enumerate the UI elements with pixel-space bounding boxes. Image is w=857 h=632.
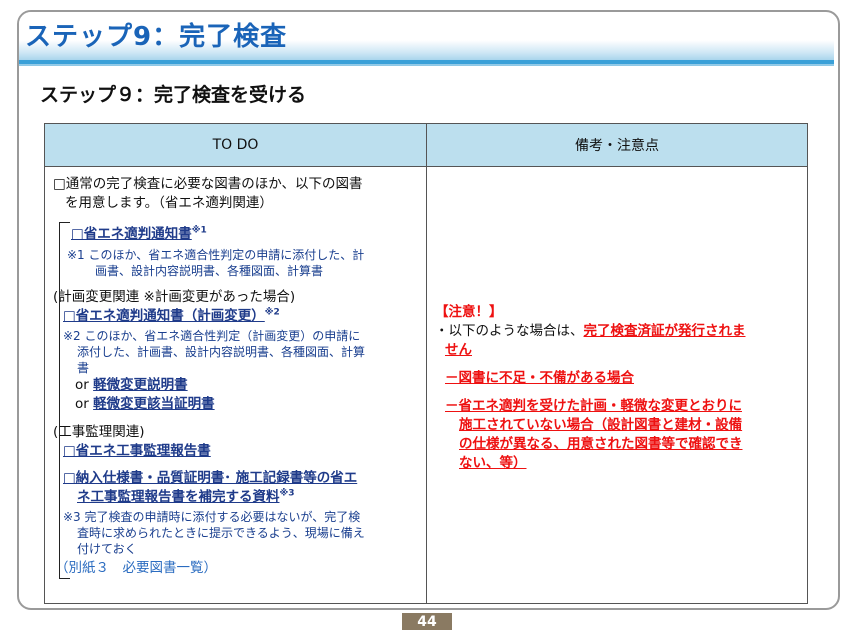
- caution-bullet: ・以下のような場合は、完了検査済証が発行されま: [435, 322, 797, 341]
- note-2-line-1: ※2 このほか、省エネ適合性判定（計画変更）の申請に: [63, 329, 361, 343]
- header-todo: TO DO: [44, 123, 427, 167]
- supplementary-sup: ※3: [279, 488, 295, 499]
- page-number: 44: [402, 613, 452, 630]
- note-1-line-2: 画書、設計内容説明書、各種図面、計算書: [95, 264, 324, 278]
- supervision-report-label: □省エネ工事監理報告書: [63, 443, 211, 459]
- intro-text: □通常の完了検査に必要な図書のほか、以下の図書 を用意します。（省エネ適判関連）: [53, 175, 418, 213]
- title-underline: [19, 60, 834, 64]
- note-3: ※3 完了検査の申請時に添付する必要はないが、完了検 査時に求められたときに提示…: [53, 509, 418, 557]
- header-notes: 備考・注意点: [426, 123, 808, 167]
- intro-line-1: □通常の完了検査に必要な図書のほか、以下の図書: [53, 176, 363, 192]
- todo-table: TO DO 備考・注意点 □通常の完了検査に必要な図書のほか、以下の図書 を用意…: [44, 123, 808, 604]
- supervision-heading: (工事監理関連): [53, 424, 145, 440]
- note-3-line-1: ※3 完了検査の申請時に添付する必要はないが、完了検: [63, 510, 361, 524]
- document-group-bracket: [59, 222, 70, 579]
- item-supplementary: □納入仕様書・品質証明書･ 施工記録書等の省エ ネ工事監理報告書を補完する資料※…: [53, 469, 418, 507]
- item-notice-label: □省エネ適判通知書: [71, 226, 192, 242]
- case-2-line-3: の仕様が異なる、用意された図書等で確認でき: [459, 436, 743, 452]
- case-1-text: －図書に不足・不備がある場合: [445, 370, 634, 386]
- plan-change-heading: (計画変更関連 ※計画変更があった場合): [53, 289, 296, 305]
- minor-change-certificate: 軽微変更該当証明書: [93, 396, 215, 412]
- item-notice-sup: ※1: [191, 225, 207, 236]
- or-prefix-1: or: [75, 377, 89, 393]
- note-1-line-1: ※1 このほか、省エネ適合性判定の申請に添付した、計: [67, 248, 365, 262]
- case-2-line-1: －省エネ適判を受けた計画・軽微な変更とおりに: [445, 398, 742, 414]
- page-title: ステップ9：完了検査: [25, 22, 288, 52]
- bullet-emph-2: せん: [445, 342, 472, 358]
- reference-appendix: （別紙３ 必要図書一覧）: [55, 560, 217, 576]
- case-2-line-2: 施工されていない場合（設計図書と建材・設備: [459, 417, 743, 433]
- note-2-line-2: 添付した、計画書、設計内容説明書、各種図面、計算: [77, 345, 366, 359]
- note-2-line-3: 書: [77, 361, 90, 375]
- table-header-row: TO DO 備考・注意点: [44, 123, 808, 167]
- todo-cell: □通常の完了検査に必要な図書のほか、以下の図書 を用意します。（省エネ適判関連）…: [44, 166, 427, 604]
- table-body-row: □通常の完了検査に必要な図書のほか、以下の図書 を用意します。（省エネ適判関連）…: [44, 166, 808, 604]
- item-supervision-report: □省エネ工事監理報告書: [53, 442, 418, 461]
- supplementary-line-2: ネ工事監理報告書を補完する資料: [77, 489, 280, 505]
- caution-label: 【注意！】: [435, 304, 503, 320]
- case-2: －省エネ適判を受けた計画・軽微な変更とおりに 施工されていない場合（設計図書と建…: [435, 397, 797, 473]
- notes-cell: 【注意！】 ・以下のような場合は、完了検査済証が発行されま せん －図書に不足・…: [426, 166, 808, 604]
- caution-block: 【注意！】 ・以下のような場合は、完了検査済証が発行されま せん －図書に不足・…: [435, 303, 797, 473]
- intro-line-2: を用意します。（省エネ適判関連）: [65, 195, 273, 211]
- or-item-1: or 軽微変更説明書: [53, 376, 418, 395]
- supplementary-line-1: □納入仕様書・品質証明書･ 施工記録書等の省エ: [63, 470, 358, 486]
- note-3-line-3: 付けておく: [77, 542, 137, 556]
- note-3-line-2: 査時に求められたときに提示できるよう、現場に備え: [77, 526, 365, 540]
- case-2-line-4: ない、等）: [459, 455, 527, 471]
- item-notice-change-label: □省エネ適判通知書（計画変更）: [63, 308, 265, 324]
- item-notice-change-sup: ※2: [264, 307, 280, 318]
- case-1: －図書に不足・不備がある場合: [435, 369, 797, 388]
- item-notice: □省エネ適判通知書※1: [53, 225, 418, 244]
- or-prefix-2: or: [75, 396, 89, 412]
- section-subtitle: ステップ９：完了検査を受ける: [40, 84, 307, 106]
- note-1: ※1 このほか、省エネ適合性判定の申請に添付した、計 画書、設計内容説明書、各種…: [53, 247, 418, 279]
- or-item-2: or 軽微変更該当証明書: [53, 395, 418, 414]
- bullet-prefix: ・以下のような場合は、: [435, 323, 584, 339]
- minor-change-explanation: 軽微変更説明書: [93, 377, 188, 393]
- bullet-emph-1: 完了検査済証が発行されま: [583, 323, 746, 339]
- note-2: ※2 このほか、省エネ適合性判定（計画変更）の申請に 添付した、計画書、設計内容…: [53, 328, 418, 376]
- title-band: ステップ9：完了検査: [19, 12, 834, 66]
- item-notice-change: □省エネ適判通知書（計画変更）※2: [53, 307, 418, 326]
